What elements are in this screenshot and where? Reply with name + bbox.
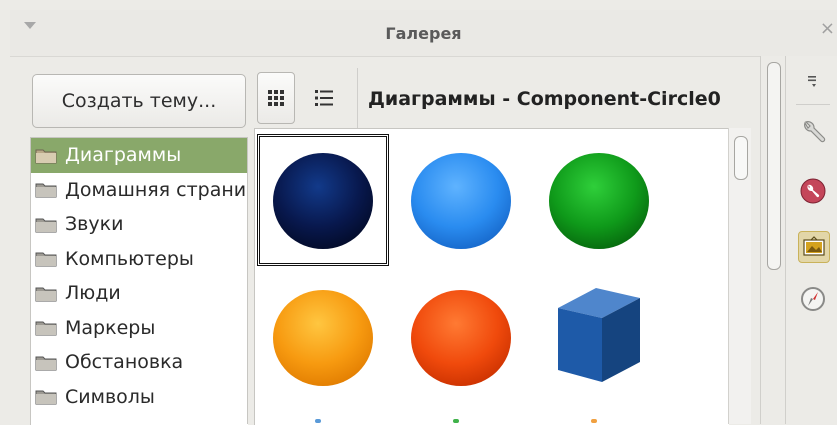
grid-icon (268, 90, 284, 106)
theme-item-people[interactable]: Люди (31, 276, 248, 311)
gallery-icon[interactable] (798, 231, 830, 263)
folder-icon (35, 149, 57, 164)
detail-view-button[interactable] (305, 72, 343, 124)
theme-item-symbols[interactable]: Символы (31, 380, 248, 415)
theme-item-label: Символы (65, 385, 155, 408)
gallery-grid[interactable] (254, 128, 729, 425)
sidebar-divider (796, 104, 830, 105)
properties-wrench-icon[interactable] (798, 118, 828, 148)
toolbar-separator (357, 68, 358, 128)
title-bar: Галерея × (10, 10, 837, 57)
theme-item-environment[interactable]: Обстановка (31, 345, 248, 380)
gallery-panel: Галерея × Создать тему... Диаграммы - Co… (0, 0, 837, 425)
theme-item-label: Маркеры (65, 316, 156, 339)
blue-sphere-icon (411, 153, 511, 249)
dark-blue-sphere-icon (273, 153, 373, 249)
sidebar-menu-icon[interactable] (798, 66, 828, 96)
blue-cube-icon (558, 288, 640, 382)
gallery-item-orange-sphere[interactable] (260, 274, 386, 400)
theme-item-label: Люди (65, 282, 121, 305)
list-icon (315, 90, 333, 106)
pane-splitter[interactable] (247, 137, 254, 424)
gallery-item-blue-sphere[interactable] (398, 137, 524, 263)
theme-item-computers[interactable]: Компьютеры (31, 242, 248, 277)
red-orange-sphere-icon (411, 290, 511, 386)
gallery-item-blue-cube[interactable] (536, 274, 662, 400)
styles-icon[interactable] (798, 176, 828, 206)
panel-scrollbar[interactable] (760, 56, 786, 424)
gallery-scrollbar-thumb[interactable] (734, 136, 748, 180)
folder-icon (35, 356, 57, 371)
green-sphere-icon (549, 153, 649, 249)
icon-view-button[interactable] (257, 72, 295, 124)
gallery-item-dark-blue-sphere[interactable] (257, 134, 389, 266)
theme-item-sounds[interactable]: Звуки (31, 207, 248, 242)
theme-item-diagrams[interactable]: Диаграммы (31, 138, 248, 173)
panel-title: Галерея (385, 24, 462, 43)
create-theme-button[interactable]: Создать тему... (32, 74, 246, 128)
orange-sphere-icon (273, 290, 373, 386)
theme-list[interactable]: Диаграммы Домашняя страница Звуки Компью… (30, 137, 248, 425)
theme-item-label: Домашняя страница (65, 178, 248, 201)
theme-item-markers[interactable]: Маркеры (31, 311, 248, 346)
theme-item-label: Диаграммы (65, 144, 182, 167)
current-theme-heading: Диаграммы - Component-Circle0 (368, 88, 721, 110)
theme-item-label: Обстановка (65, 351, 184, 374)
sidebar-tab-bar (786, 56, 837, 424)
close-icon[interactable]: × (820, 18, 835, 39)
navigator-compass-icon[interactable] (798, 284, 828, 314)
folder-icon (35, 252, 57, 267)
folder-icon (35, 390, 57, 405)
folder-icon (35, 218, 57, 233)
panel-scrollbar-thumb[interactable] (767, 62, 781, 270)
folder-icon (35, 287, 57, 302)
gallery-scrollbar[interactable] (728, 128, 751, 424)
folder-icon (35, 183, 57, 198)
theme-item-label: Компьютеры (65, 247, 194, 270)
theme-item-homepage[interactable]: Домашняя страница (31, 173, 248, 208)
gallery-item-red-orange-sphere[interactable] (398, 274, 524, 400)
folder-icon (35, 321, 57, 336)
gallery-item-green-sphere[interactable] (536, 137, 662, 263)
theme-item-label: Звуки (65, 213, 124, 236)
